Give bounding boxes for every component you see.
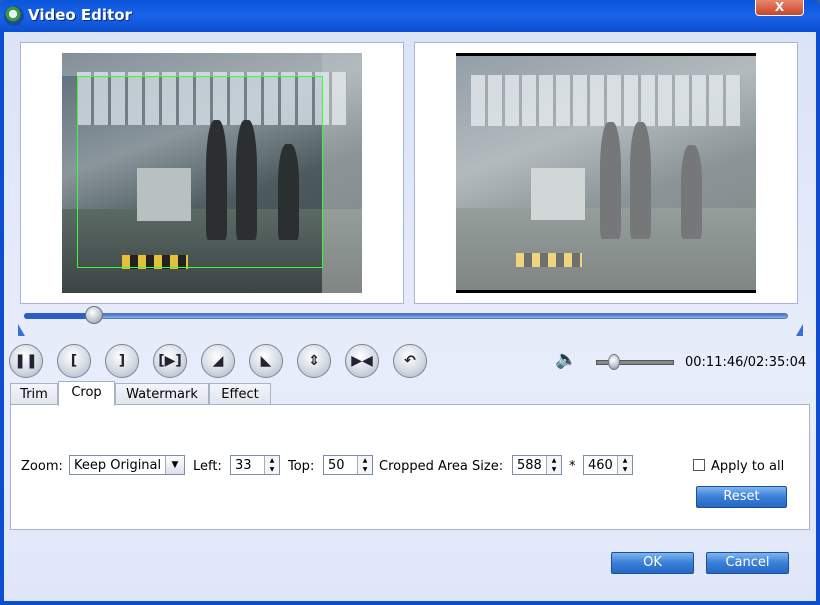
spin-arrows-icon[interactable]: ▲ ▼ (617, 456, 632, 474)
mark-out-icon: ] (118, 353, 126, 369)
app-dvd-icon (4, 6, 24, 26)
crop-panel: Zoom: Keep Original ▼ Left: 33 ▲ ▼ Top: 5… (10, 404, 810, 530)
chevron-down-icon[interactable]: ▼ (165, 456, 184, 474)
tab-trim[interactable]: Trim (10, 383, 58, 405)
apply-to-all-checkbox[interactable] (693, 459, 705, 471)
pause-icon: ❚❚ (14, 353, 38, 369)
height-value: 460 (588, 458, 613, 473)
zoom-select-value: Keep Original (74, 458, 162, 473)
volume-thumb[interactable] (607, 354, 620, 370)
left-spinner[interactable]: 33 ▲ ▼ (230, 455, 280, 475)
rotate-right-button[interactable]: ◣ (249, 344, 283, 378)
mark-in-button[interactable]: [ (57, 344, 91, 378)
pause-button[interactable]: ❚❚ (9, 344, 43, 378)
client-area: ❚❚ [] [▶] ◢ ◣ ⇕ ▶◀ ↶ 🔈 00:11:46/02:35:04 Trim C… (4, 32, 816, 601)
rotate-right-icon: ◣ (260, 353, 272, 369)
speaker-icon[interactable]: 🔈 (555, 349, 579, 371)
original-preview (20, 42, 404, 304)
seek-bar[interactable] (24, 313, 788, 319)
left-label: Left: (193, 459, 222, 474)
width-spinner[interactable]: 588 ▲ ▼ (512, 455, 562, 475)
zoom-label: Zoom: (21, 459, 63, 474)
reset-button[interactable]: Reset (696, 486, 787, 508)
flip-vertical-button[interactable]: ⇕ (297, 344, 331, 378)
apply-to-all-label[interactable]: Apply to all (711, 459, 784, 474)
original-video-frame (62, 53, 362, 293)
crop-shade-right (322, 53, 362, 293)
left-value: 33 (235, 458, 252, 473)
seek-bar-fill (24, 313, 93, 319)
top-spinner[interactable]: 50 ▲ ▼ (323, 455, 373, 475)
window-title: Video Editor (28, 6, 132, 24)
mark-out-button[interactable]: ] (105, 344, 139, 378)
close-button[interactable]: X (755, 0, 804, 16)
start-marker-icon[interactable] (18, 324, 25, 336)
times-sign: * (569, 459, 576, 474)
end-marker-icon[interactable] (796, 324, 803, 336)
crop-shade-top (62, 53, 322, 76)
flip-horizontal-button[interactable]: ▶◀ (345, 344, 379, 378)
seek-thumb[interactable] (84, 306, 103, 324)
output-video-frame (456, 53, 756, 293)
tab-watermark[interactable]: Watermark (115, 383, 209, 405)
timecode: 00:11:46/02:35:04 (685, 355, 807, 370)
title-bar[interactable]: Video Editor X (0, 0, 820, 32)
spin-arrows-icon[interactable]: ▲ ▼ (357, 456, 372, 474)
tab-effect[interactable]: Effect (209, 383, 271, 405)
flip-vertical-icon: ⇕ (308, 353, 320, 369)
cropped-size-label: Cropped Area Size: (379, 459, 504, 474)
next-frame-icon: [▶] (158, 353, 182, 369)
ok-button[interactable]: OK (611, 552, 694, 574)
mark-in-icon: [ (70, 353, 78, 369)
rotate-left-icon: ◢ (212, 353, 224, 369)
height-spinner[interactable]: 460 ▲ ▼ (583, 455, 633, 475)
video-editor-window: Video Editor X ❚❚ [] [▶] ◢ ◣ ⇕ ▶◀ ↶ 🔈 00:… (0, 0, 820, 605)
crop-rectangle[interactable] (77, 76, 323, 268)
zoom-select[interactable]: Keep Original ▼ (69, 455, 185, 475)
undo-icon: ↶ (404, 353, 416, 369)
spin-arrows-icon[interactable]: ▲ ▼ (264, 456, 279, 474)
spin-arrows-icon[interactable]: ▲ ▼ (546, 456, 561, 474)
output-preview (414, 42, 798, 304)
rotate-left-button[interactable]: ◢ (201, 344, 235, 378)
undo-button[interactable]: ↶ (393, 344, 427, 378)
tab-crop[interactable]: Crop (58, 381, 115, 406)
next-frame-button[interactable]: [▶] (153, 344, 187, 378)
width-value: 588 (517, 458, 542, 473)
top-label: Top: (288, 459, 315, 474)
cancel-button[interactable]: Cancel (706, 552, 789, 574)
flip-horizontal-icon: ▶◀ (351, 353, 373, 369)
top-value: 50 (328, 458, 345, 473)
